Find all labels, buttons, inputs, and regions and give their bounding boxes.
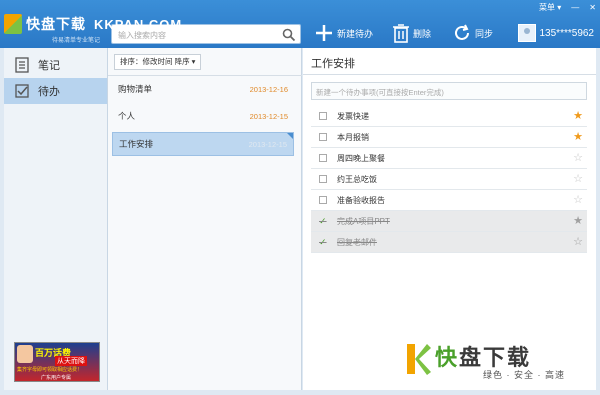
note-title: 工作安排 [119,139,154,149]
watermark-bottom-sub: 绿色 · 安全 · 高速 [483,370,565,380]
star-icon[interactable]: ★ [573,131,583,143]
delete-button[interactable]: 删除 [392,22,431,44]
sidebar-item-todo[interactable]: 待办 [4,78,107,104]
star-icon[interactable]: ☆ [573,194,583,206]
watermark-top: 快盘下载 KKPAN.COM [4,14,182,34]
ad-footer: 广东用户专属 [41,375,72,381]
watermark-en: KKPAN.COM [94,16,183,32]
window-controls: 菜单 ▾ — ✕ [529,2,596,13]
star-icon[interactable]: ★ [573,215,583,227]
minimize-icon[interactable]: — [571,3,579,12]
ad-subtitle: 从天而降 [55,356,87,366]
checkbox[interactable] [319,175,327,183]
note-title: 购物清单 [118,84,153,94]
note-date: 2013-12-16 [249,84,288,94]
checkbox[interactable] [319,112,327,120]
user-area[interactable]: 135****5962 [517,24,595,42]
page-title: 工作安排 [311,58,355,70]
sidebar-item-label: 笔记 [38,60,60,72]
todo-text: 准备验收报告 [337,195,385,205]
corner-marker [287,133,293,139]
note-list-panel: 排序：修改时间 降序 ▾ 购物清单 2013-12-16 个人 2013-12-… [108,48,302,390]
new-todo-input[interactable]: 新建一个待办事项(可直接按Enter完成) [311,82,587,100]
sort-dropdown[interactable]: 排序：修改时间 降序 ▾ [114,54,202,70]
todo-text: 约王总吃饭 [337,174,377,184]
watermark-cn: 快盘下载 [26,17,86,33]
notes-icon [15,57,29,73]
new-todo-label: 新建待办 [337,28,374,39]
sidebar-item-notes[interactable]: 笔记 [4,52,107,78]
note-date: 2013-12-15 [248,139,287,149]
close-icon[interactable]: ✕ [589,3,596,12]
todo-list: 发票快递 ★ 本月报销 ★ 周四晚上聚餐 ☆ 约王总吃饭 ☆ 准备验收报告 ☆ ✓ 完成A项目PPT ★… [311,106,587,253]
app-subtitle: 待易清单专业笔记 [52,38,101,44]
list-item-selected[interactable]: 工作安排 2013-12-15 [112,132,294,156]
user-name[interactable]: 135****5962 [540,28,595,39]
todo-item[interactable]: 本月报销 ★ [311,127,587,148]
plus-icon [316,25,332,41]
list-item[interactable]: 购物清单 2013-12-16 [112,77,294,101]
new-todo-button[interactable]: 新建待办 [314,22,373,44]
trash-icon [393,24,409,43]
divider [303,74,596,75]
star-icon[interactable]: ☆ [573,152,583,164]
sidebar-item-label: 待办 [38,86,60,98]
checked-checkbox[interactable]: ✓ [319,238,327,247]
menu-button[interactable]: 菜单 ▾ [539,2,561,13]
list-item[interactable]: 个人 2013-12-15 [112,104,294,128]
ad-figure [17,345,33,363]
watermark-bottom: 快盘下载 绿色 · 安全 · 高速 [405,336,595,386]
watermark-bottom-cn-green: 快 [435,346,460,371]
star-icon[interactable]: ☆ [573,236,583,248]
note-date: 2013-12-15 [249,111,288,121]
todo-text: 发票快递 [337,111,369,121]
todo-item[interactable]: 发票快递 ★ [311,106,587,127]
todo-item[interactable]: ✓ 回复老邮件 ☆ [311,232,587,253]
sync-button[interactable]: 同步 [452,22,493,44]
ad-banner[interactable]: 百万话费 从天而降 集齐字母即可领取相应话费！ 广东用户专属 [14,342,100,382]
sync-icon [455,24,469,40]
ad-text: 集齐字母即可领取相应话费！ [17,367,83,373]
todo-text: 本月报销 [337,132,369,142]
divider [108,75,302,76]
todo-item[interactable]: 周四晚上聚餐 ☆ [311,148,587,169]
todo-text: 周四晚上聚餐 [337,153,385,163]
avatar[interactable] [517,24,536,42]
checklist-icon [15,84,29,98]
left-sidebar: 笔记 待办 百万话费 从天而降 集齐字母即可领取相应话费！ 广东用户专属 [4,48,108,390]
watermark-k-logo [407,344,431,375]
todo-item[interactable]: 约王总吃饭 ☆ [311,169,587,190]
todo-item[interactable]: ✓ 完成A项目PPT ★ [311,211,587,232]
star-icon[interactable]: ☆ [573,173,583,185]
star-icon[interactable]: ★ [573,110,583,122]
sync-label: 同步 [475,28,494,39]
checkbox[interactable] [319,196,327,204]
checked-checkbox[interactable]: ✓ [319,217,327,226]
checkbox[interactable] [319,133,327,141]
checkbox[interactable] [319,154,327,162]
todo-text: 回复老邮件 [337,237,377,247]
delete-label: 删除 [413,28,432,39]
note-title: 个人 [118,111,136,121]
watermark-logo [4,14,22,34]
new-todo-placeholder: 新建一个待办事项(可直接按Enter完成) [316,88,444,97]
todo-item[interactable]: 准备验收报告 ☆ [311,190,587,211]
todo-text: 完成A项目PPT [337,216,390,226]
search-icon[interactable] [282,28,296,42]
